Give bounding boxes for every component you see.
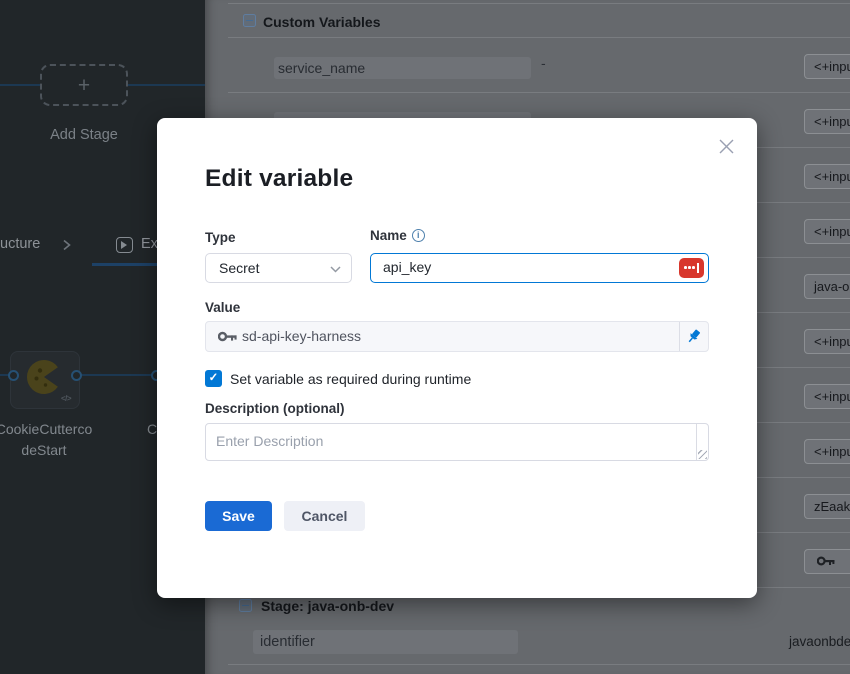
edit-variable-modal: Edit variable Type Name i Secret api_key… [157,118,757,598]
identifier-value: javaonbde [789,634,850,649]
execution-tab-icon [116,237,133,253]
pin-icon [687,329,701,344]
type-select-value: Secret [219,260,259,276]
secret-reference-value: sd-api-key-harness [242,322,361,351]
section-custom-variables: Custom Variables [205,3,850,37]
resize-grip-icon[interactable] [698,450,707,459]
key-icon [817,555,835,567]
row-separator [228,664,850,665]
info-icon[interactable]: i [412,229,425,242]
required-checkbox[interactable]: ✓ [205,370,222,387]
connector-port-icon [8,370,19,381]
description-placeholder: Enter Description [216,433,323,449]
variable-value-input[interactable]: zEaak [804,494,850,519]
code-icon: </> [61,394,71,403]
modal-title: Edit variable [205,165,353,193]
value-label: Value [205,300,240,315]
variable-value-input[interactable]: <+inpu [804,329,850,354]
variable-value-secret-input[interactable] [804,549,850,574]
collapse-icon[interactable] [243,14,256,27]
identifier-field: identifier [253,630,518,654]
connector-port-icon [71,370,82,381]
close-icon[interactable] [718,138,735,155]
breadcrumb[interactable]: ucture [0,236,40,252]
section-title: Stage: java-onb-dev [261,598,394,614]
name-input[interactable]: api_key [370,253,709,283]
cookiecutter-step-icon[interactable] [26,359,62,395]
variable-value-input[interactable]: <+inpu [804,164,850,189]
chevron-down-icon [330,266,341,273]
save-button[interactable]: Save [205,501,272,531]
variable-value-input[interactable]: <+inpu [804,109,850,134]
tab-execution[interactable]: Ex [141,236,158,252]
plus-icon: + [78,75,90,96]
section-title: Custom Variables [263,14,381,30]
value-secret-field[interactable]: sd-api-key-harness [205,321,709,352]
required-checkbox-label: Set variable as required during runtime [230,371,471,387]
input-type-selector-icon[interactable] [679,258,704,278]
step-label-line2: deStart [21,442,66,458]
variable-name-field: service_name [274,57,531,79]
variable-value-input[interactable]: <+inpu [804,54,850,79]
variable-value-input[interactable]: java-o [804,274,850,299]
name-input-value: api_key [383,259,431,275]
step-label-partial: C [147,419,157,440]
variable-value-input[interactable]: <+inpu [804,439,850,464]
variable-type-dash: - [541,55,546,71]
step-label: CookieCutterco deStart [0,419,100,461]
type-select[interactable]: Secret [205,253,352,283]
pin-button[interactable] [679,322,708,351]
table-row: service_name - <+inpu [205,38,850,93]
table-row: identifier javaonbde [205,620,850,665]
description-textarea[interactable]: Enter Description [205,423,709,461]
description-label: Description (optional) [205,401,345,416]
name-label: Name [370,228,407,243]
variable-value-input[interactable]: <+inpu [804,219,850,244]
add-stage-label: Add Stage [0,127,168,143]
type-label: Type [205,230,236,245]
step-label-line1: CookieCutterco [0,421,92,437]
add-stage-button[interactable]: + [40,64,128,106]
key-icon [218,330,237,343]
cancel-button[interactable]: Cancel [284,501,365,531]
collapse-icon[interactable] [239,599,252,612]
chevron-right-icon [60,238,73,252]
variable-value-input[interactable]: <+inpu [804,384,850,409]
